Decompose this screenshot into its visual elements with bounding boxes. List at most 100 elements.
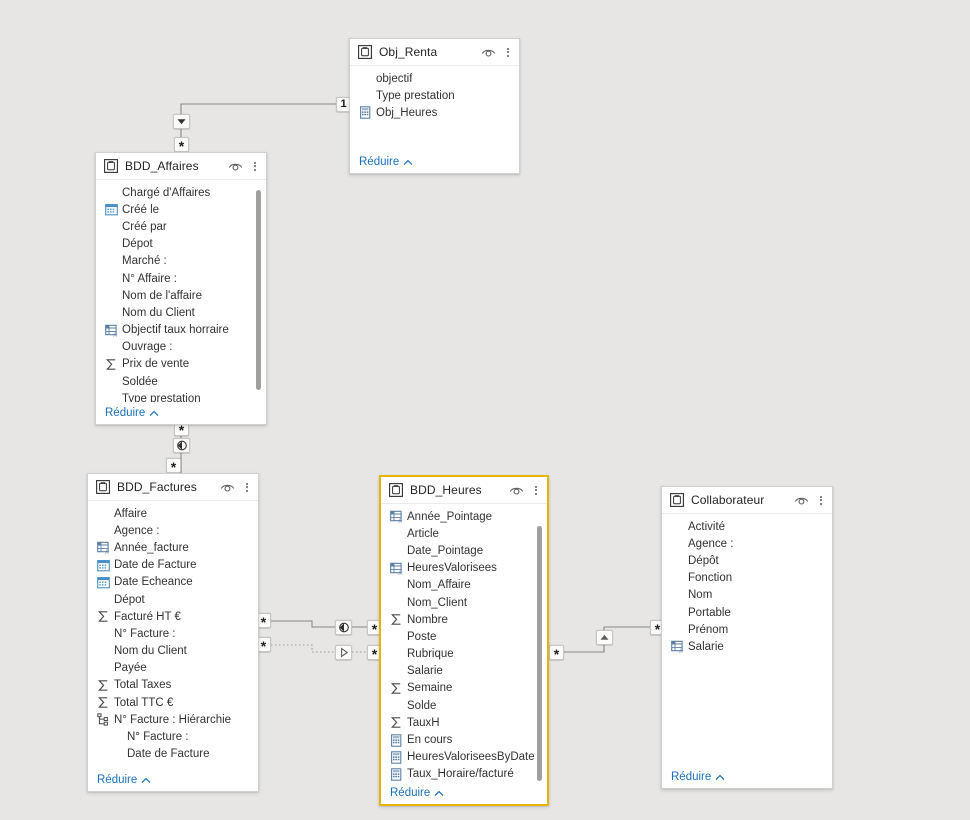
field-row[interactable]: Prix de vente <box>96 356 266 373</box>
field-row[interactable]: fx Salarie <box>662 638 832 655</box>
field-row[interactable]: En cours <box>381 731 547 748</box>
field-row[interactable]: Date de Facture <box>88 557 258 574</box>
table-card-bdd_heures[interactable]: BDD_Heures fx Année_Pointage Article Date_… <box>379 475 549 806</box>
more-options-icon[interactable] <box>250 160 259 173</box>
vertical-scrollbar[interactable] <box>256 190 261 390</box>
field-list-collaborateur[interactable]: Activité Agence : Dépôt Fonction Nom Portable… <box>662 514 832 766</box>
field-row[interactable]: Taux_Horaire/facturé <box>381 766 547 782</box>
field-row[interactable]: Dépot <box>88 591 258 608</box>
field-name: Objectif taux horraire <box>122 324 229 337</box>
cross-filter-badge-single-down[interactable] <box>173 114 190 129</box>
field-row[interactable]: Dépot <box>96 236 266 253</box>
field-list-bdd_affaires[interactable]: Chargé d'Affaires Créé le Créé par Dépot Ma… <box>96 180 266 402</box>
cross-filter-badge-both-affaires-factures[interactable] <box>173 438 190 453</box>
field-row[interactable]: Article <box>381 525 547 542</box>
field-row[interactable]: fx Année_facture <box>88 539 258 556</box>
field-row[interactable]: Activité <box>662 518 832 535</box>
eye-hide-icon[interactable] <box>794 494 809 506</box>
cardinality-badge-many-bdd-affaires-top[interactable]: * <box>174 137 189 154</box>
eye-hide-icon[interactable] <box>220 481 235 493</box>
cardinality-badge-many-bdd-heures-collab[interactable]: * <box>549 645 564 662</box>
field-row[interactable]: Date Echeance <box>88 574 258 591</box>
field-row[interactable]: Chargé d'Affaires <box>96 184 266 201</box>
field-row[interactable]: fx Année_Pointage <box>381 508 547 525</box>
reduce-link[interactable]: Réduire <box>359 156 413 168</box>
field-row[interactable]: N° Facture : <box>88 728 258 745</box>
field-row[interactable]: Nombre <box>381 611 547 628</box>
reduce-link[interactable]: Réduire <box>390 787 444 799</box>
field-row[interactable]: Total TTC € <box>88 694 258 711</box>
table-card-obj_renta[interactable]: Obj_Renta objectif Type prestation Obj_He… <box>349 38 520 174</box>
field-row[interactable]: Créé le <box>96 201 266 218</box>
table-header-bdd_factures[interactable]: BDD_Factures <box>88 474 258 501</box>
field-row[interactable]: objectif <box>350 70 519 87</box>
cardinality-badge-many-bdd-factures-top[interactable]: * <box>166 458 181 475</box>
more-options-icon[interactable] <box>816 494 825 507</box>
reduce-link[interactable]: Réduire <box>105 407 159 419</box>
field-row[interactable]: Nom_Client <box>381 594 547 611</box>
field-row[interactable]: Rubrique <box>381 646 547 663</box>
table-header-bdd_heures[interactable]: BDD_Heures <box>381 477 547 504</box>
field-row[interactable]: Payée <box>88 660 258 677</box>
field-row[interactable]: Nom_Affaire <box>381 577 547 594</box>
reduce-link[interactable]: Réduire <box>97 774 151 786</box>
field-row[interactable]: Dépôt <box>662 552 832 569</box>
more-options-icon[interactable] <box>531 484 540 497</box>
table-header-obj_renta[interactable]: Obj_Renta <box>350 39 519 66</box>
field-row[interactable]: Affaire <box>88 505 258 522</box>
cross-filter-badge-both-factures-heures[interactable] <box>335 620 352 635</box>
field-row[interactable]: Prénom <box>662 621 832 638</box>
field-row[interactable]: Date_Pointage <box>381 542 547 559</box>
table-card-bdd_affaires[interactable]: BDD_Affaires Chargé d'Affaires Créé le Cr… <box>95 152 267 425</box>
field-row[interactable]: Salarie <box>381 663 547 680</box>
field-row[interactable]: Nom de l'affaire <box>96 287 266 304</box>
field-row[interactable]: TauxH <box>381 714 547 731</box>
field-row[interactable]: N° Facture : Hiérarchie <box>88 711 258 728</box>
field-name: Année_Pointage <box>407 510 493 523</box>
eye-hide-icon[interactable] <box>509 484 524 496</box>
table-card-collaborateur[interactable]: Collaborateur Activité Agence : Dépôt Fonct… <box>661 486 833 789</box>
field-row[interactable]: Semaine <box>381 680 547 697</box>
field-row[interactable]: Ouvrage : <box>96 339 266 356</box>
table-header-bdd_affaires[interactable]: BDD_Affaires <box>96 153 266 180</box>
reduce-link[interactable]: Réduire <box>671 771 725 783</box>
model-diagram-canvas[interactable]: 1 * * * * * * * * * Obj_Renta objectif T… <box>0 0 970 820</box>
field-row[interactable]: fx Objectif taux horraire <box>96 322 266 339</box>
field-row[interactable]: Facturé HT € <box>88 608 258 625</box>
field-list-bdd_factures[interactable]: Affaire Agence : fx Année_facture Date de… <box>88 501 258 769</box>
eye-hide-icon[interactable] <box>481 46 496 58</box>
field-row[interactable]: N° Facture : <box>88 625 258 642</box>
table-card-bdd_factures[interactable]: BDD_Factures Affaire Agence : fx Année_fa… <box>87 473 259 792</box>
field-list-bdd_heures[interactable]: fx Année_Pointage Article Date_Pointage fx… <box>381 504 547 782</box>
field-row[interactable]: Nom du Client <box>96 304 266 321</box>
field-list-obj_renta[interactable]: objectif Type prestation Obj_Heures <box>350 66 519 151</box>
more-options-icon[interactable] <box>242 481 251 494</box>
field-row[interactable]: Agence : <box>662 535 832 552</box>
field-row[interactable]: Marché : <box>96 253 266 270</box>
field-row[interactable]: Fonction <box>662 570 832 587</box>
field-row[interactable]: Total Taxes <box>88 677 258 694</box>
field-row[interactable]: Nom du Client <box>88 643 258 660</box>
field-row[interactable]: Solde <box>381 697 547 714</box>
field-row[interactable]: Portable <box>662 604 832 621</box>
table-header-collaborateur[interactable]: Collaborateur <box>662 487 832 514</box>
vertical-scrollbar[interactable] <box>537 526 542 781</box>
field-row[interactable]: Type prestation <box>350 87 519 104</box>
cross-filter-badge-single-right[interactable] <box>335 645 352 660</box>
more-options-icon[interactable] <box>503 46 512 59</box>
field-row[interactable]: Agence : <box>88 522 258 539</box>
field-row[interactable]: Poste <box>381 628 547 645</box>
field-icon-none <box>359 89 372 102</box>
eye-hide-icon[interactable] <box>228 160 243 172</box>
field-row[interactable]: N° Affaire : <box>96 270 266 287</box>
cross-filter-badge-single-up[interactable] <box>596 630 613 645</box>
field-row[interactable]: Type prestation <box>96 390 266 402</box>
field-row[interactable]: Date de Facture <box>88 746 258 763</box>
field-row[interactable]: Nom <box>662 587 832 604</box>
field-row[interactable]: fx HeuresValorisees <box>381 560 547 577</box>
measure-icon <box>390 768 403 781</box>
field-row[interactable]: Soldée <box>96 373 266 390</box>
field-row[interactable]: Créé par <box>96 218 266 235</box>
field-row[interactable]: HeuresValoriseesByDate <box>381 749 547 766</box>
field-row[interactable]: Obj_Heures <box>350 104 519 121</box>
